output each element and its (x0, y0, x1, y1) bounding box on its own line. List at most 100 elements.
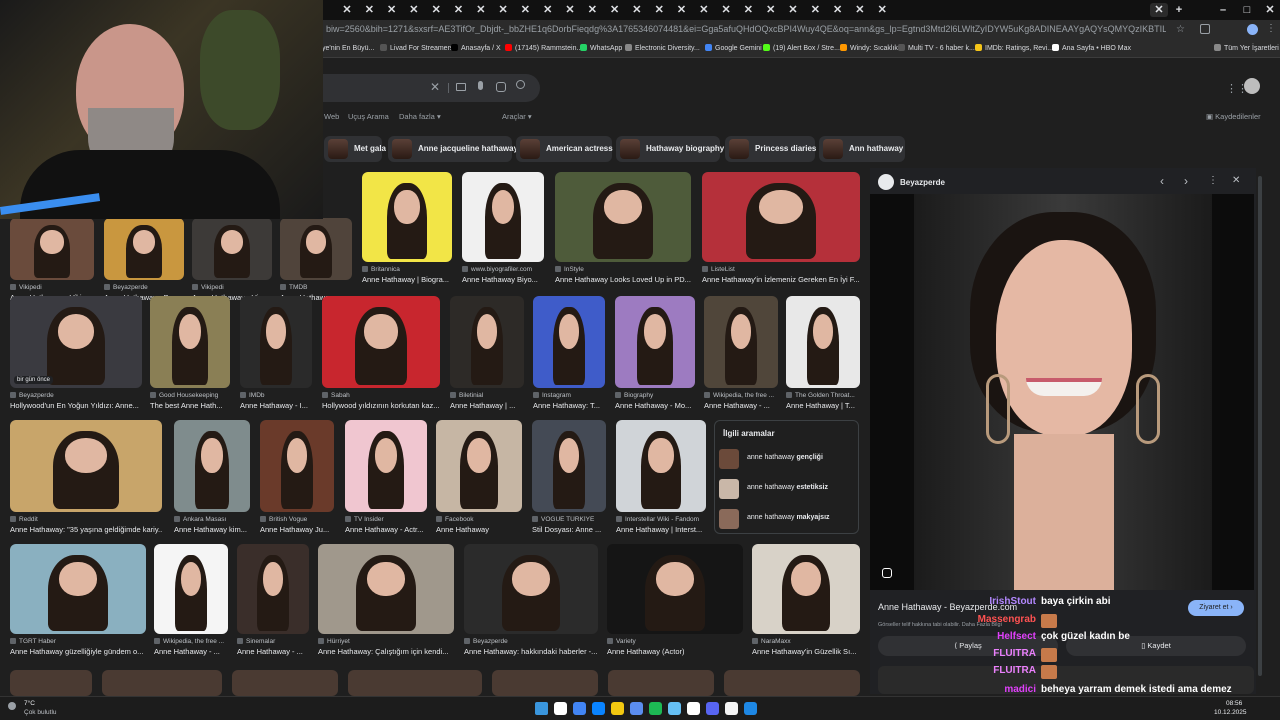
result-image[interactable] (704, 296, 778, 388)
result-source[interactable]: Beyazperde (10, 392, 142, 399)
result-title[interactable]: Anne Hathaway - Actr... (345, 525, 427, 534)
taskbar-app-icon[interactable] (611, 702, 624, 715)
tab-close-icon[interactable]: ✕ (518, 3, 532, 17)
mic-icon[interactable] (478, 81, 483, 90)
result-title[interactable]: Anne Hathaway Looks Loved Up in PD... (555, 275, 691, 284)
result-source[interactable]: The Golden Throat... (786, 392, 860, 399)
result-source[interactable]: Biletinial (450, 392, 524, 399)
tab-close-icon[interactable]: ✕ (741, 3, 755, 17)
result-title[interactable]: Anne Hathaway | Biogra... (362, 275, 452, 284)
result-source[interactable]: TGRT Haber (10, 638, 146, 645)
star-icon[interactable]: ☆ (1176, 24, 1185, 35)
tab-close-icon[interactable]: ✕ (608, 3, 622, 17)
keyboard-icon[interactable] (456, 83, 466, 91)
result-image[interactable] (615, 296, 695, 388)
result-image[interactable] (150, 296, 230, 388)
result-image[interactable] (10, 670, 92, 696)
result-image[interactable] (237, 544, 309, 634)
result-source[interactable]: Beyazperde (464, 638, 598, 645)
bookmark-item[interactable]: Windy: Sıcaklık (840, 44, 898, 52)
result-image[interactable] (724, 670, 860, 696)
result-image[interactable] (786, 296, 860, 388)
result-source[interactable]: Instagram (533, 392, 605, 399)
tab-close-icon[interactable]: ✕ (630, 3, 644, 17)
result-source[interactable]: Biography (615, 392, 695, 399)
taskbar-app-icon[interactable] (725, 702, 738, 715)
result-image[interactable] (362, 172, 452, 262)
result-title[interactable]: Anne Hathaway: T... (533, 401, 605, 410)
tab-close-icon[interactable]: ✕ (563, 3, 577, 17)
tab-more[interactable]: Daha fazla ▾ (399, 112, 441, 121)
result-source[interactable]: Sabah (322, 392, 440, 399)
result-image[interactable] (492, 670, 598, 696)
taskbar-app-icon[interactable] (649, 702, 662, 715)
taskbar-app-icon[interactable] (573, 702, 586, 715)
bookmark-item[interactable]: Ana Sayfa • HBO Max (1052, 44, 1131, 52)
bookmark-item[interactable]: Google Gemini (705, 44, 762, 52)
search-box[interactable]: ✕ (300, 74, 540, 102)
result-source[interactable]: Vikipedi (192, 284, 272, 291)
result-title[interactable]: Anne Hathaway'in Güzellik Sı... (752, 647, 860, 656)
active-tab[interactable]: ✕ (1150, 3, 1168, 17)
tab-close-icon[interactable]: ✕ (585, 3, 599, 17)
result-title[interactable]: Stil Dosyası: Anne ... (532, 525, 606, 534)
result-title[interactable]: Anne Hathaway - I... (240, 401, 312, 410)
clock-date[interactable]: 10.12.2025 (1214, 709, 1247, 716)
result-source[interactable]: Variety (607, 638, 743, 645)
minimize-icon[interactable]: – (1216, 3, 1230, 17)
result-source[interactable]: Wikipedia, the free ... (154, 638, 228, 645)
result-source[interactable]: IMDb (240, 392, 312, 399)
related-item[interactable]: anne hathaway makyajsız (719, 507, 855, 531)
visit-button[interactable]: Ziyaret et › (1188, 600, 1244, 616)
tab-close-icon[interactable]: ✕ (808, 3, 822, 17)
result-image[interactable] (348, 670, 482, 696)
tab-close-icon[interactable]: ✕ (853, 3, 867, 17)
result-image[interactable] (436, 420, 522, 512)
result-title[interactable]: Anne Hathaway: Çalıştığım için kendi... (318, 647, 454, 656)
result-image[interactable] (702, 172, 860, 262)
result-image[interactable] (154, 544, 228, 634)
result-image[interactable] (607, 544, 743, 634)
prev-icon[interactable]: ‹ (1160, 174, 1164, 188)
taskbar-app-icon[interactable] (687, 702, 700, 715)
result-image[interactable] (240, 296, 312, 388)
result-source[interactable]: Beyazperde (104, 284, 184, 291)
tab-close-icon[interactable]: ✕ (340, 3, 354, 17)
result-image[interactable] (174, 420, 250, 512)
lens-icon[interactable] (496, 82, 506, 92)
result-source[interactable]: Wikipedia, the free ... (704, 392, 778, 399)
result-image[interactable] (450, 296, 524, 388)
chip-anne-jacqueline[interactable]: Anne jacqueline hathaway (388, 136, 518, 162)
result-image[interactable] (260, 420, 334, 512)
result-image[interactable] (616, 420, 706, 512)
more-icon[interactable]: ⋮ (1208, 175, 1218, 186)
result-source[interactable]: Vikipedi (10, 284, 94, 291)
result-image[interactable] (752, 544, 860, 634)
close-icon[interactable]: ✕ (1232, 175, 1240, 186)
bookmark-item[interactable]: Anasayfa / X (451, 44, 501, 52)
result-title[interactable]: Anne Hathaway (Actor) (607, 647, 743, 656)
result-image[interactable] (104, 218, 184, 280)
result-title[interactable]: Anne Hathaway | ... (450, 401, 524, 410)
saved-link[interactable]: ▣ Kaydedilenler (1206, 112, 1261, 121)
result-source[interactable]: Reddit (10, 516, 162, 523)
tab-close-icon[interactable]: ✕ (675, 3, 689, 17)
close-window-icon[interactable]: ✕ (1263, 3, 1277, 17)
result-title[interactable]: Anne Hathaway - ... (154, 647, 228, 656)
taskbar-app-icon[interactable] (592, 702, 605, 715)
result-source[interactable]: Interstellar Wiki - Fandom (616, 516, 706, 523)
tab-close-icon[interactable]: ✕ (496, 3, 510, 17)
account-avatar[interactable] (1244, 78, 1260, 94)
result-image[interactable] (318, 544, 454, 634)
bookmark-item[interactable]: Electronic Diversity... (625, 44, 700, 52)
result-title[interactable]: The best Anne Hath... (150, 401, 230, 410)
result-title[interactable]: Anne Hathaway kim... (174, 525, 250, 534)
result-image[interactable] (10, 544, 146, 634)
bookmark-item[interactable]: Livad For Streamers (380, 44, 453, 52)
extensions-icon[interactable] (1200, 24, 1210, 34)
tab-close-icon[interactable]: ✕ (652, 3, 666, 17)
scrollbar[interactable] (1258, 176, 1262, 676)
result-image[interactable] (10, 420, 162, 512)
result-title[interactable]: Hollywood yıldızının korkutan kaz... (322, 401, 440, 410)
result-title[interactable]: Anne Hathaway - Mo... (615, 401, 695, 410)
